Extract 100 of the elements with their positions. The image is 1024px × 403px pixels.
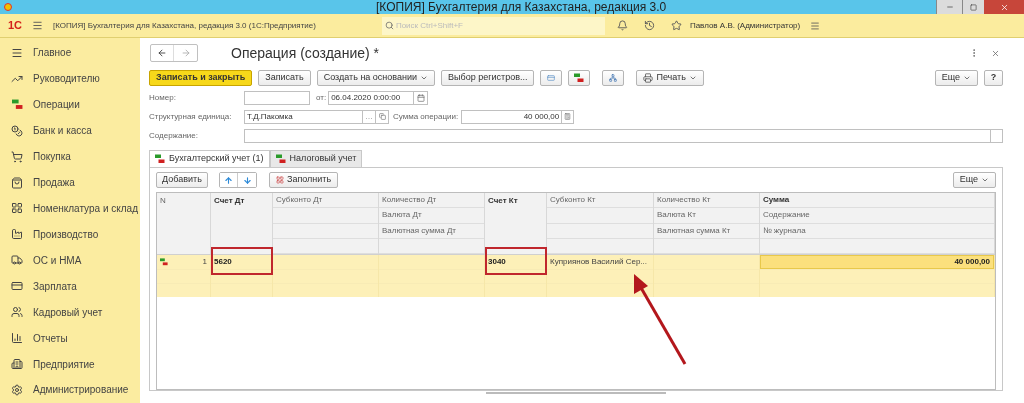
- sidebar-item[interactable]: Руководителю: [33, 71, 100, 87]
- form-title: Операция (создание) *: [231, 43, 379, 63]
- sidebar-item[interactable]: Предприятие: [33, 356, 95, 372]
- table-more-button[interactable]: Еще: [952, 172, 996, 188]
- bar-chart-icon: [11, 332, 23, 345]
- settings-menu-icon[interactable]: [810, 20, 821, 31]
- content-field[interactable]: [244, 128, 1003, 143]
- table-cell[interactable]: [379, 255, 485, 297]
- column-header: Количество Кт: [657, 194, 711, 207]
- debit-credit-icon: [160, 258, 168, 266]
- factory-icon: [11, 228, 23, 241]
- arrow-down-icon: [242, 175, 252, 185]
- caret-icon: [420, 74, 429, 82]
- column-header: N: [160, 194, 166, 207]
- table-cell[interactable]: 3040: [485, 255, 547, 297]
- tab[interactable]: Бухгалтерский учет (1): [149, 150, 270, 168]
- sidebar-item[interactable]: ОС и НМА: [33, 252, 82, 268]
- unit-field[interactable]: Т.Д.Пакомка …: [244, 109, 389, 124]
- column-header: Сумма: [763, 194, 790, 207]
- maximize-icon: [970, 3, 977, 11]
- card-button[interactable]: [540, 70, 563, 86]
- sidebar-item[interactable]: Кадровый учет: [33, 304, 103, 320]
- help-button[interactable]: ?: [984, 70, 1003, 86]
- content-label: Содержание:: [149, 129, 199, 142]
- history-icon[interactable]: [643, 20, 655, 31]
- sum-field[interactable]: 40 000,00: [461, 109, 575, 124]
- users-icon: [11, 306, 23, 319]
- sidebar-item[interactable]: Зарплата: [33, 278, 77, 294]
- column-header: № журнала: [763, 224, 806, 237]
- table-cell[interactable]: [273, 255, 379, 297]
- sidebar-item[interactable]: Главное: [33, 45, 72, 61]
- favorites-icon[interactable]: [670, 20, 682, 31]
- sidebar-item[interactable]: Производство: [33, 226, 99, 242]
- tab[interactable]: Налоговый учет: [269, 150, 363, 168]
- unit-label: Структурная единица:: [149, 110, 233, 123]
- arrow-up-icon: [224, 175, 233, 185]
- caret-icon: [963, 74, 971, 82]
- date-label: от:: [316, 92, 327, 104]
- create-based-on-button[interactable]: Создать на основании: [316, 70, 436, 86]
- save-and-close-button[interactable]: Записать и закрыть: [149, 70, 253, 86]
- close-icon[interactable]: [991, 48, 1000, 58]
- notifications-icon[interactable]: [616, 20, 628, 31]
- sidebar-item[interactable]: Продажа: [33, 175, 75, 191]
- app-title: [КОПИЯ] Бухгалтерия для Казахстана, редакция 3.0 (1С:Предприятие): [53, 19, 316, 32]
- debit-credit-icon: [275, 154, 286, 164]
- printer-icon: [643, 73, 654, 83]
- menu-icon: [11, 46, 23, 59]
- caret-icon: [688, 74, 697, 82]
- column-header: Счет Кт: [488, 194, 518, 207]
- debit-credit-icon: [155, 154, 165, 164]
- register-choice-button[interactable]: Выбор регистров...: [441, 70, 535, 86]
- sidebar-item[interactable]: Номенклатура и склад: [33, 201, 138, 216]
- column-header: Содержание: [763, 209, 810, 222]
- sidebar-item[interactable]: Покупка: [33, 149, 71, 165]
- grid-icon: [11, 202, 23, 215]
- table-cell[interactable]: 1: [157, 255, 211, 297]
- table-cell[interactable]: 5620: [211, 255, 273, 297]
- column-header: Количество Дт: [382, 194, 437, 207]
- settings-icon: [11, 383, 23, 396]
- structure-button[interactable]: [602, 70, 625, 86]
- sidebar-item[interactable]: Отчеты: [33, 330, 68, 346]
- column-header: Субконто Кт: [550, 194, 596, 207]
- close-icon: [999, 2, 1009, 12]
- column-header: Валютная сумма Дт: [382, 224, 457, 237]
- user-name[interactable]: Павлов А.В. (Администратор): [689, 19, 801, 32]
- card-icon: [11, 280, 23, 293]
- sum-label: Сумма операции:: [393, 110, 459, 123]
- number-label: Номер:: [149, 92, 177, 104]
- structure-icon: [609, 73, 618, 83]
- grid-icon: [276, 176, 284, 184]
- column-header: Субконто Дт: [276, 194, 323, 207]
- sidebar-item[interactable]: Операции: [33, 97, 80, 113]
- table-cell[interactable]: Куприянов Василий Сер...: [547, 255, 654, 297]
- save-button[interactable]: Записать: [258, 70, 311, 86]
- number-field[interactable]: [244, 91, 310, 105]
- table-cell[interactable]: [654, 255, 760, 297]
- debit-credit-button[interactable]: [568, 70, 591, 86]
- move-up-button[interactable]: [220, 173, 238, 187]
- more-button[interactable]: Еще: [934, 70, 978, 86]
- app-logo-icon: [4, 3, 12, 11]
- maximize-button[interactable]: [962, 0, 984, 14]
- print-button[interactable]: Печать: [636, 70, 704, 86]
- sidebar-item[interactable]: Администрирование: [33, 382, 129, 398]
- add-button[interactable]: Добавить: [156, 172, 208, 188]
- sidebar-item[interactable]: Банк и касса: [33, 123, 92, 139]
- caret-icon: [981, 176, 989, 184]
- date-field[interactable]: 06.04.2020 0:00:00: [328, 91, 429, 105]
- building-icon: [11, 358, 23, 370]
- menu-icon[interactable]: [32, 20, 44, 31]
- app-logo: 1С: [8, 20, 23, 31]
- column-header: Счет Дт: [214, 194, 245, 207]
- table-cell[interactable]: 40 000,00: [760, 255, 995, 297]
- fill-button[interactable]: Заполнить: [269, 172, 339, 188]
- column-header: Валюта Кт: [657, 209, 696, 222]
- minimize-button[interactable]: [936, 0, 962, 14]
- calculator-icon: [564, 113, 572, 120]
- arrow-right-icon: [180, 48, 191, 58]
- calendar-icon: [416, 94, 425, 102]
- column-header: Валюта Дт: [382, 209, 422, 222]
- debit-credit-icon: [574, 73, 585, 83]
